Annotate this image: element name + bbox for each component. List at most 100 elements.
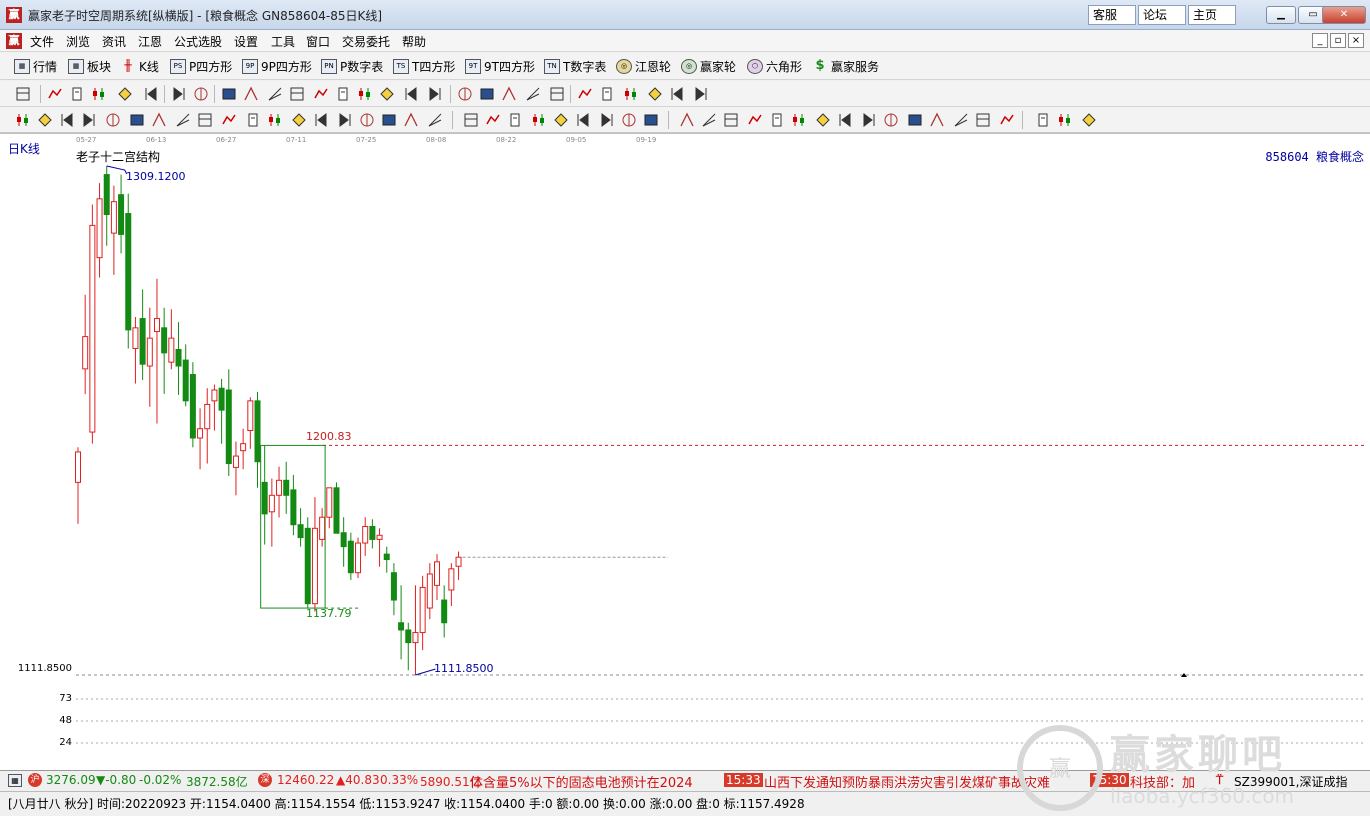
candle[interactable] [118,174,125,254]
mdi-minimize-button[interactable]: _ [1312,33,1328,48]
news-item-1[interactable]: 体含量5%以下的固态电池预计在2024 [470,772,693,790]
candle[interactable] [110,185,117,275]
toolbar2-tool-22-button[interactable] [524,85,542,103]
toolbar2-tool-6-button[interactable] [142,85,160,103]
menu-info[interactable]: 资讯 [102,33,126,50]
toolbar2-tool-17-button[interactable] [402,85,420,103]
toolbar2-tool-24-button[interactable] [576,85,594,103]
toolbar3-tool-12-button[interactable] [266,111,284,129]
toolbar3-tool-23-button[interactable] [530,111,548,129]
toolbar3-tool-4-button[interactable] [80,111,98,129]
candle[interactable] [326,487,333,529]
candle[interactable] [240,428,247,470]
candle[interactable] [362,517,369,556]
toolbar-quotes-button[interactable]: ▦ 行情 [14,58,57,76]
kline-chart[interactable]: 05-27 06-13 06-27 07-11 07-25 08-08 08-22 09-05… [0,133,1370,770]
toolbar3-tool-9-button[interactable] [196,111,214,129]
toolbar3-tool-8-button[interactable] [174,111,192,129]
candle[interactable] [290,474,297,536]
toolbar-gann-wheel-button[interactable]: ◎ 江恩轮 [616,58,671,76]
toolbar2-tool-10-button[interactable] [242,85,260,103]
candle[interactable] [419,575,426,651]
toolbar3-tool-29-button[interactable] [678,111,696,129]
candle[interactable] [139,289,146,380]
candle[interactable] [333,482,340,534]
toolbar2-tool-13-button[interactable] [312,85,330,103]
sh-index-value[interactable]: 3276.09 [46,773,96,787]
toolbar3-tool-38-button[interactable] [882,111,900,129]
candle[interactable] [161,307,168,394]
candle[interactable] [146,307,153,407]
toolbar2-tool-9-button[interactable] [220,85,238,103]
candle[interactable] [455,551,462,580]
toolbar-p-square-button[interactable]: PS P四方形 [170,58,232,76]
candle[interactable] [153,278,160,424]
toolbar3-tool-43-button[interactable] [998,111,1016,129]
toolbar3-tool-39-button[interactable] [906,111,924,129]
toolbar2-tool-7-button[interactable] [170,85,188,103]
candle[interactable] [254,391,261,488]
menu-trade[interactable]: 交易委托 [342,33,390,50]
candle[interactable] [218,378,225,444]
menu-tools[interactable]: 工具 [271,33,295,50]
toolbar3-tool-2-button[interactable] [36,111,54,129]
toolbar3-tool-44-button[interactable] [1034,111,1052,129]
toolbar-service-button[interactable]: $ 赢家服务 [812,58,879,76]
candle[interactable] [283,461,290,514]
candle[interactable] [448,563,455,606]
toolbar3-tool-7-button[interactable] [150,111,168,129]
toolbar3-tool-14-button[interactable] [312,111,330,129]
toolbar-t-table-button[interactable]: TN T数字表 [544,58,606,76]
toolbar3-tool-26-button[interactable] [598,111,616,129]
menu-help[interactable]: 帮助 [402,33,426,50]
candle[interactable] [175,322,182,395]
mdi-restore-button[interactable]: ▫ [1330,33,1346,48]
minimize-button[interactable]: ▁ [1266,6,1296,24]
candle[interactable] [211,384,218,431]
candle[interactable] [434,554,440,601]
toolbar3-tool-41-button[interactable] [952,111,970,129]
toolbar3-tool-42-button[interactable] [974,111,992,129]
toolbar3-tool-35-button[interactable] [814,111,832,129]
candle[interactable] [197,408,204,470]
kline-chart-canvas[interactable] [0,134,1370,771]
toolbar3-tool-28-button[interactable] [642,111,660,129]
toolbar3-tool-34-button[interactable] [790,111,808,129]
toolbar-winner-wheel-button[interactable]: ◎ 赢家轮 [681,58,736,76]
toolbar3-tool-22-button[interactable] [506,111,524,129]
toolbar2-tool-25-button[interactable] [598,85,616,103]
candle[interactable] [75,447,81,524]
toolbar3-tool-10-button[interactable] [220,111,238,129]
homepage-link[interactable]: 主页 [1188,5,1236,25]
toolbar3-tool-17-button[interactable] [380,111,398,129]
toolbar2-tool-11-button[interactable] [266,85,284,103]
candle[interactable] [426,563,433,620]
candle[interactable] [132,316,139,384]
candle[interactable] [261,445,268,545]
candle[interactable] [268,478,275,547]
toolbar-sector-button[interactable]: ▦ 板块 [68,58,111,76]
menu-browse[interactable]: 浏览 [66,33,90,50]
toolbar2-tool-2-button[interactable] [46,85,64,103]
toolbar3-tool-25-button[interactable] [574,111,592,129]
candle[interactable] [204,388,211,464]
candle[interactable] [103,166,110,246]
candle[interactable] [412,585,419,675]
market-list-icon[interactable]: ▦ [8,774,22,787]
toolbar3-tool-24-button[interactable] [552,111,570,129]
toolbar3-tool-6-button[interactable] [128,111,146,129]
toolbar3-tool-21-button[interactable] [484,111,502,129]
toolbar2-tool-4-button[interactable] [90,85,108,103]
toolbar-9t-square-button[interactable]: 9T 9T四方形 [465,58,535,76]
customer-service-link[interactable]: 客服 [1088,5,1136,25]
toolbar3-tool-36-button[interactable] [836,111,854,129]
menu-window[interactable]: 窗口 [306,33,330,50]
app-menu-icon[interactable]: 赢 [6,33,22,49]
toolbar3-tool-40-button[interactable] [928,111,946,129]
candle[interactable] [441,585,448,638]
toolbar3-tool-11-button[interactable] [244,111,262,129]
candle[interactable] [276,466,283,518]
toolbar3-tool-32-button[interactable] [746,111,764,129]
toolbar2-tool-14-button[interactable] [334,85,352,103]
toolbar2-tool-3-button[interactable] [68,85,86,103]
